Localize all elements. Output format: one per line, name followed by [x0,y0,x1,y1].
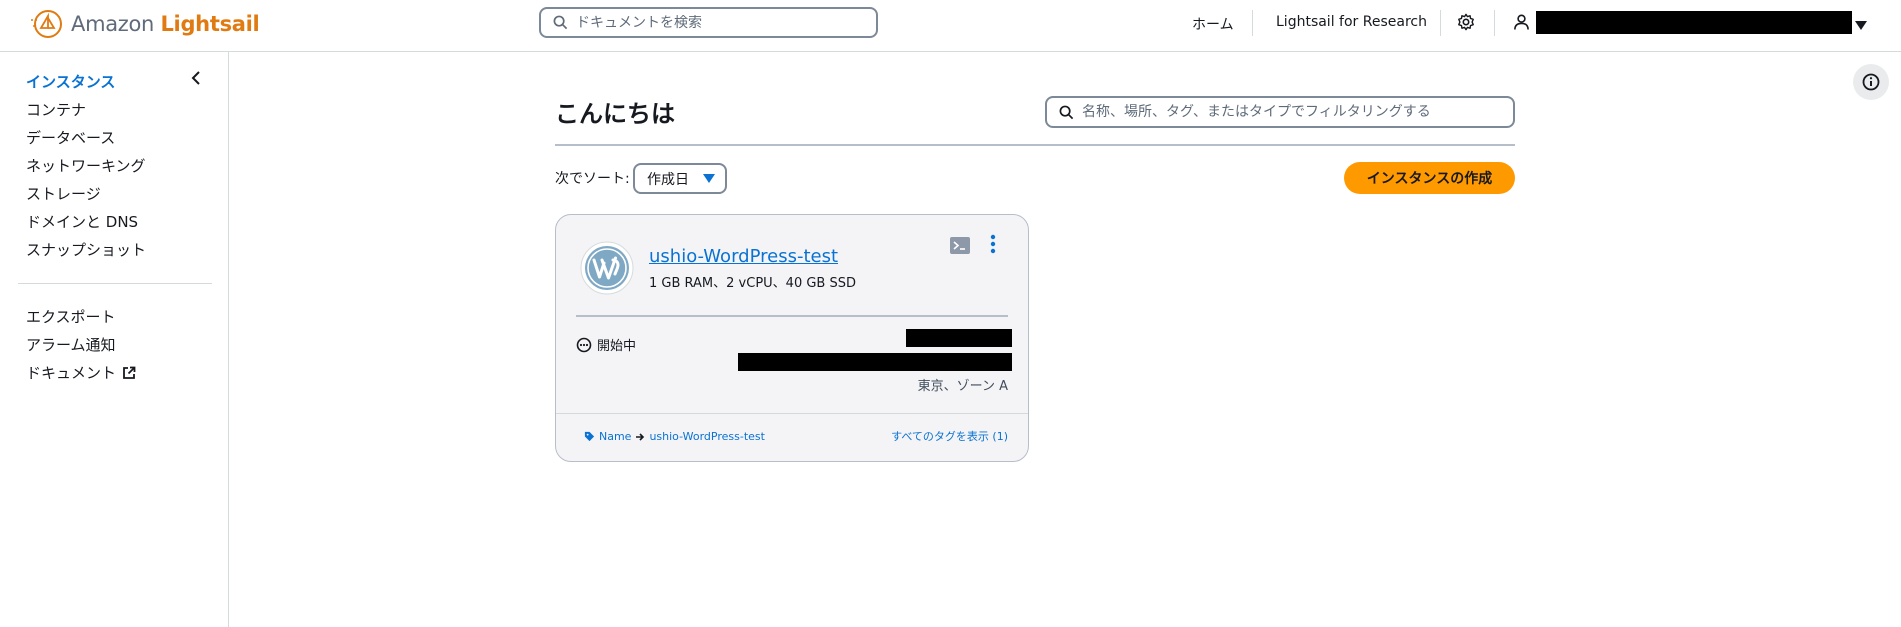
sidebar-item-storage[interactable]: ストレージ [26,183,101,204]
create-instance-button[interactable]: インスタンスの作成 [1344,162,1515,194]
sidebar-item-databases[interactable]: データベース [26,127,115,148]
sidebar-item-containers[interactable]: コンテナ [26,99,86,120]
logo-text: Amazon Lightsail [71,12,260,36]
page-title: こんにちは [555,100,675,128]
search-icon [1059,105,1074,119]
tag-icon [584,431,595,442]
sidebar-item-instances[interactable]: インスタンス [26,71,115,92]
header-divider [555,144,1515,146]
sidebar-item-documentation[interactable]: ドキュメント [26,362,136,383]
settings-gear-icon[interactable] [1457,13,1475,35]
nav-divider [1440,10,1441,36]
user-icon[interactable] [1513,13,1530,35]
info-panel-button[interactable] [1853,64,1889,100]
sidebar-item-networking[interactable]: ネットワーキング [26,155,146,176]
instance-filter-input[interactable] [1082,104,1502,120]
documentation-search-input[interactable] [576,14,856,31]
side-navigation: インスタンス コンテナ データベース ネットワーキング ストレージ ドメインと … [0,52,229,627]
sidebar-item-label: ドキュメント [26,364,117,382]
logo-brand: Lightsail [160,12,260,36]
instance-actions-kebab-icon[interactable] [989,233,997,259]
lightsail-logo[interactable]: Amazon Lightsail [29,6,260,42]
instance-tag[interactable]: Name ushio-WordPress-test [584,430,765,443]
sort-label: 次でソート: [555,171,630,187]
instance-status: 開始中 [576,335,636,354]
wordpress-logo-icon [580,241,634,299]
sidebar-item-alarm-notifications[interactable]: アラーム通知 [26,334,116,355]
account-menu-caret-down-icon[interactable] [1855,16,1867,35]
info-icon [1862,73,1880,91]
home-link[interactable]: ホーム [1192,14,1234,34]
sort-select[interactable]: 作成日 [633,163,727,194]
tag-value: ushio-WordPress-test [649,430,765,443]
status-pending-icon [576,337,592,352]
sidebar-item-domains-dns[interactable]: ドメインと DNS [26,211,138,232]
card-divider [576,315,1008,317]
redacted-instance-details [738,353,1012,371]
instance-name-link[interactable]: ushio-WordPress-test [649,246,838,267]
lightsail-for-research-link[interactable]: Lightsail for Research [1276,14,1427,30]
arrow-right-icon [636,432,645,441]
nav-divider [1252,10,1253,36]
show-all-tags-link[interactable]: すべてのタグを表示 (1) [891,428,1008,444]
nav-divider [1494,10,1495,36]
instance-card: ushio-WordPress-test 1 GB RAM、2 vCPU、40 … [555,214,1029,462]
instance-spec: 1 GB RAM、2 vCPU、40 GB SSD [649,276,856,291]
external-link-icon [123,366,136,379]
top-navigation-bar: Amazon Lightsail ホーム Lightsail for Resea… [0,0,1901,52]
card-footer-divider [556,413,1028,414]
sidebar-item-export[interactable]: エクスポート [26,306,116,327]
sidebar-item-snapshots[interactable]: スナップショット [26,239,146,260]
logo-prefix: Amazon [71,12,155,36]
redacted-account-name [1536,11,1852,34]
connect-ssh-terminal-icon[interactable] [950,237,970,258]
documentation-search[interactable] [539,7,878,38]
lightsail-logo-icon [31,10,62,38]
instance-status-text: 開始中 [597,339,637,354]
tag-key: Name [599,430,632,443]
sort-selected-value: 作成日 [647,171,689,188]
sidebar-divider [18,283,212,284]
redacted-ip-address [906,329,1012,347]
collapse-sidebar-chevron-left-icon[interactable] [190,70,202,89]
instance-location: 東京、ゾーン A [917,379,1008,394]
instance-filter[interactable] [1045,96,1515,128]
caret-down-icon [703,173,715,183]
search-icon [553,15,568,30]
